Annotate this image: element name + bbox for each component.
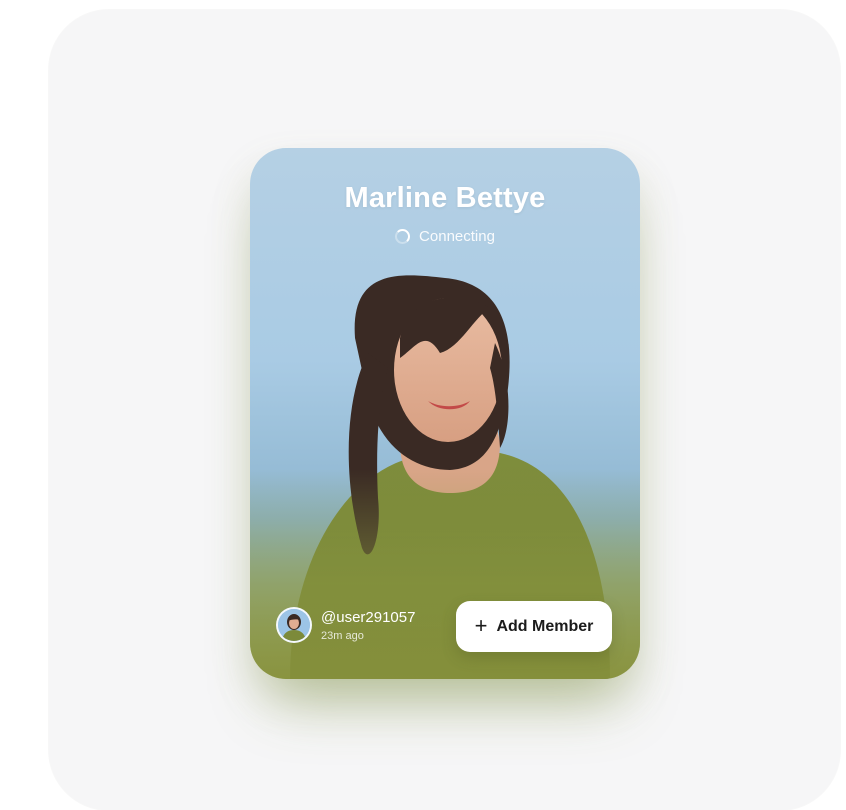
add-member-label: Add Member xyxy=(496,617,594,635)
caller-info: @user291057 23m ago xyxy=(276,607,415,643)
spinner-icon xyxy=(395,229,411,244)
avatar-image xyxy=(278,609,310,641)
call-status-label: Connecting xyxy=(419,228,495,245)
username[interactable]: @user291057 xyxy=(321,609,415,626)
add-member-button[interactable]: + Add Member xyxy=(456,601,612,652)
call-card: Marline Bettye Connecting @user291057 23… xyxy=(250,148,640,679)
timestamp: 23m ago xyxy=(321,629,364,642)
plus-icon: + xyxy=(474,612,488,638)
avatar[interactable] xyxy=(276,607,312,643)
contact-name: Marline Bettye xyxy=(344,182,546,214)
user-meta: @user291057 23m ago xyxy=(321,609,415,642)
call-status: Connecting xyxy=(250,228,640,245)
